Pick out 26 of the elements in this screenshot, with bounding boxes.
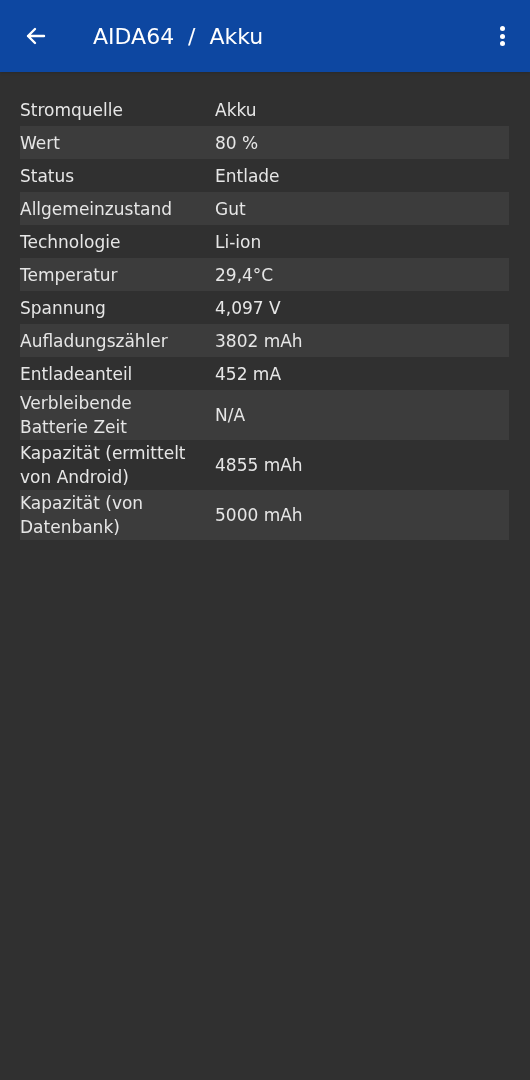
row-label: Stromquelle bbox=[20, 98, 124, 122]
app-title: AIDA64 / Akku bbox=[93, 22, 264, 51]
row-value: 452 mA bbox=[215, 362, 282, 386]
row-value: 4,097 V bbox=[215, 296, 281, 320]
row-value: 4855 mAh bbox=[215, 454, 303, 477]
row-label: Aufladungszähler bbox=[20, 329, 169, 353]
row-value: 80 % bbox=[215, 131, 259, 155]
row-value: Gut bbox=[215, 197, 246, 221]
row-label: Verbleibende Batterie Zeit bbox=[20, 392, 133, 439]
row-value: 5000 mAh bbox=[215, 504, 303, 527]
row-label: Temperatur bbox=[20, 263, 119, 287]
row-value: 29,4°C bbox=[215, 263, 274, 287]
row-value: N/A bbox=[215, 404, 246, 427]
more-options-icon[interactable] bbox=[498, 24, 506, 48]
row-label: Status bbox=[20, 164, 76, 188]
row-label: Allgemeinzustand bbox=[20, 197, 174, 221]
row-label: Technologie bbox=[20, 230, 122, 254]
row-label: Wert bbox=[20, 131, 61, 155]
row-value: Li-ion bbox=[215, 230, 262, 254]
row-value: 3802 mAh bbox=[215, 329, 303, 353]
row-label: Spannung bbox=[20, 296, 107, 320]
row-label: Kapazität (von Datenbank) bbox=[20, 492, 145, 539]
row-label: Entladeanteil bbox=[20, 362, 134, 386]
row-label: Kapazität (ermittelt von Android) bbox=[20, 442, 187, 489]
row-value: Akku bbox=[215, 98, 257, 122]
row-value: Entlade bbox=[215, 164, 280, 188]
